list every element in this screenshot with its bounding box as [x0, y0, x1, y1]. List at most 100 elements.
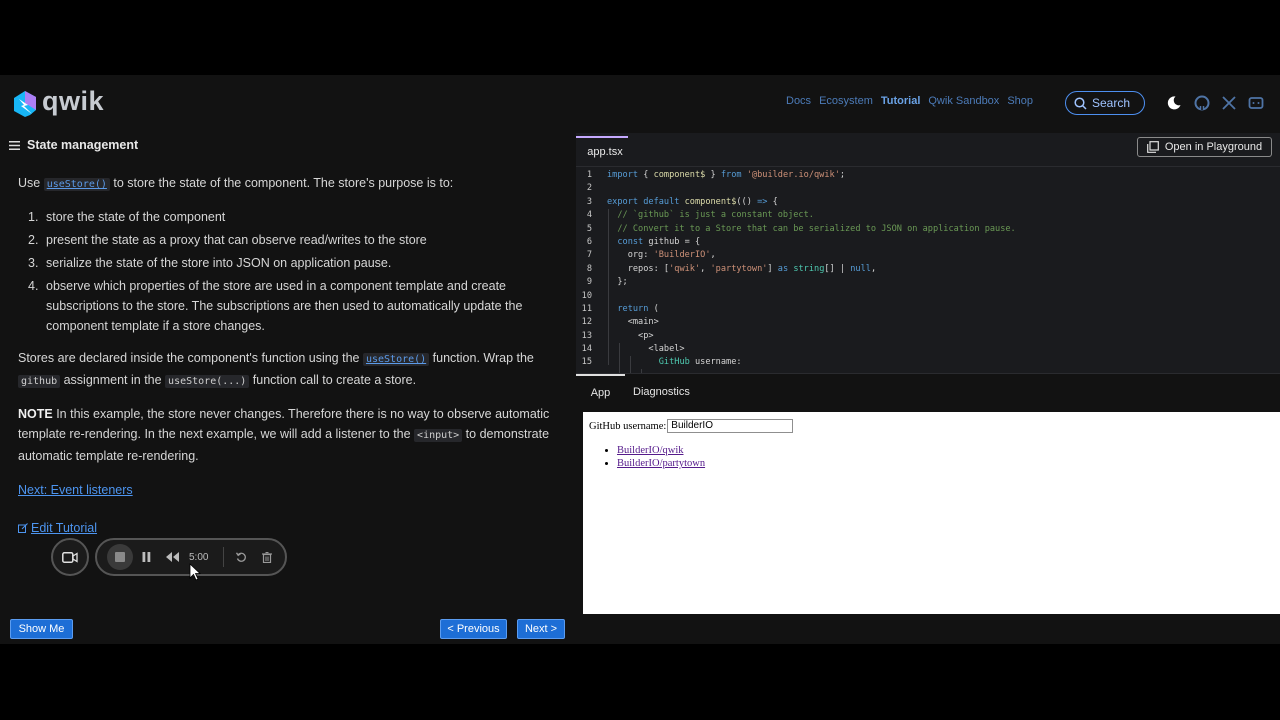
list-item: BuilderIO/partytown: [617, 457, 705, 470]
code-editor: app.tsx Open in Playground 1 import { com…: [576, 133, 1280, 373]
pause-icon: [142, 552, 150, 562]
username-row: GitHub username: BuilderIO: [589, 419, 794, 433]
line-number: 9: [586, 277, 592, 288]
line-number: 2: [586, 183, 592, 194]
code-line: 3 export default component$(() => {: [576, 196, 1280, 209]
github-icon[interactable]: [1194, 95, 1210, 111]
list-text: serialize the state of the store into JS…: [46, 256, 392, 270]
paragraph-text: function. Wrap the: [429, 351, 534, 365]
line-number: 15: [581, 357, 592, 368]
line-number: 1: [586, 170, 592, 180]
line-number: 7: [586, 250, 592, 261]
indent-guide: [608, 209, 609, 365]
intro-text-end: to store the state of the component. The…: [109, 176, 454, 190]
list-text: observe which properties of the store ar…: [46, 279, 523, 333]
restart-icon: [235, 551, 246, 562]
note-label: NOTE: [18, 407, 53, 421]
list-number: 1.: [28, 210, 39, 224]
edit-tutorial-link[interactable]: Edit Tutorial: [18, 518, 553, 538]
line-number: 4: [586, 210, 592, 221]
site-header: qwik Docs Ecosystem Tutorial Qwik Sandbo…: [0, 75, 1280, 133]
x-twitter-icon[interactable]: [1221, 95, 1237, 111]
list-item: BuilderIO/qwik: [617, 444, 705, 457]
edit-icon: [18, 523, 28, 533]
edit-tutorial-label: Edit Tutorial: [31, 521, 98, 535]
nav-ecosystem[interactable]: Ecosystem: [819, 95, 873, 107]
pause-button[interactable]: [133, 544, 159, 570]
restart-button[interactable]: [228, 544, 254, 570]
qwik-logo[interactable]: qwik: [11, 86, 105, 119]
show-me-button[interactable]: Show Me: [10, 619, 73, 639]
indent-guide: [630, 356, 631, 373]
stop-recording-button[interactable]: [107, 544, 133, 570]
line-number: 11: [581, 303, 592, 314]
code-line: 10: [576, 290, 1280, 303]
trash-icon: [262, 551, 272, 563]
usestore-code-link[interactable]: useStore(): [43, 178, 110, 191]
dark-mode-moon-icon[interactable]: [1166, 95, 1182, 111]
rewind-icon: [165, 552, 179, 562]
next-button[interactable]: Next >: [517, 619, 565, 639]
code-line: 5 // Convert it to a Store that can be s…: [576, 223, 1280, 236]
list-number: 4.: [28, 279, 39, 293]
store-purpose-list: 1. store the state of the component 2. pre…: [18, 207, 553, 336]
repo-link-partytown[interactable]: BuilderIO/partytown: [617, 458, 705, 469]
search-button[interactable]: Search: [1065, 91, 1145, 115]
paragraph-text: Stores are declared inside the component…: [18, 351, 363, 365]
copy-window-icon: [1146, 141, 1159, 153]
divider: [223, 547, 224, 567]
logo-text: qwik: [42, 86, 105, 116]
line-number: 10: [581, 290, 592, 301]
open-in-playground-button[interactable]: Open in Playground: [1137, 137, 1272, 157]
tab-app[interactable]: App: [576, 374, 625, 410]
app-frame: qwik Docs Ecosystem Tutorial Qwik Sandbo…: [0, 75, 1280, 644]
open-in-playground-label: Open in Playground: [1164, 141, 1263, 153]
input-code: <input>: [414, 429, 463, 442]
stores-paragraph: Stores are declared inside the component…: [18, 348, 553, 392]
repo-link-qwik[interactable]: BuilderIO/qwik: [617, 445, 684, 456]
list-text: present the state as a proxy that can ob…: [46, 233, 427, 247]
code-content[interactable]: 1 import { component$ } from '@builder.io…: [576, 169, 1280, 373]
rewind-button[interactable]: [159, 544, 185, 570]
code-line: 15 GitHub username:: [576, 356, 1280, 369]
line-number: 5: [586, 223, 592, 234]
video-camera-icon: [62, 551, 78, 563]
app-preview: GitHub username: BuilderIO BuilderIO/qwi…: [583, 412, 1280, 614]
tab-diagnostics[interactable]: Diagnostics: [633, 374, 690, 410]
delete-button[interactable]: [254, 544, 280, 570]
line-number: 12: [581, 317, 592, 328]
nav-docs[interactable]: Docs: [786, 95, 811, 107]
hamburger-menu-icon[interactable]: [9, 140, 20, 150]
screen-recorder-widget: 5:00: [51, 538, 287, 576]
list-item: 2. present the state as a proxy that can …: [18, 230, 553, 250]
nav-qwik-sandbox[interactable]: Qwik Sandbox: [928, 95, 999, 107]
usestore-code-link-2[interactable]: useStore(): [362, 353, 430, 366]
code-line: 12 <main>: [576, 316, 1280, 329]
lesson-title: State management: [27, 138, 139, 152]
username-label: GitHub username:: [589, 420, 667, 432]
list-item: 4. observe which properties of the store …: [18, 276, 553, 336]
indent-guide: [619, 343, 620, 373]
code-line: 9 };: [576, 276, 1280, 289]
github-code: github: [18, 375, 61, 388]
line-number: 8: [586, 263, 592, 274]
username-input[interactable]: BuilderIO: [667, 419, 794, 433]
code-line: 11 return (: [576, 303, 1280, 316]
camera-button[interactable]: [51, 538, 89, 576]
discord-icon[interactable]: [1248, 95, 1264, 111]
intro-text-start: Use: [18, 176, 44, 190]
qwik-logo-icon: [14, 90, 36, 117]
nav-tutorial[interactable]: Tutorial: [881, 95, 921, 107]
top-nav: Docs Ecosystem Tutorial Qwik Sandbox Sho…: [786, 95, 1033, 107]
nav-shop[interactable]: Shop: [1007, 95, 1033, 107]
intro-paragraph: Use useStore() to store the state of the…: [18, 173, 553, 195]
tab-app-tsx[interactable]: app.tsx: [576, 136, 628, 166]
note-paragraph: NOTE In this example, the store never ch…: [18, 404, 553, 466]
editor-tab-bar: app.tsx Open in Playground: [576, 133, 1280, 167]
mouse-cursor-icon: [189, 563, 201, 581]
list-item: 3. serialize the state of the store into …: [18, 253, 553, 273]
previous-button[interactable]: < Previous: [440, 619, 507, 639]
line-number: 3: [586, 196, 592, 207]
list-item: 1. store the state of the component: [18, 207, 553, 227]
next-lesson-link[interactable]: Next: Event listeners: [18, 480, 133, 500]
